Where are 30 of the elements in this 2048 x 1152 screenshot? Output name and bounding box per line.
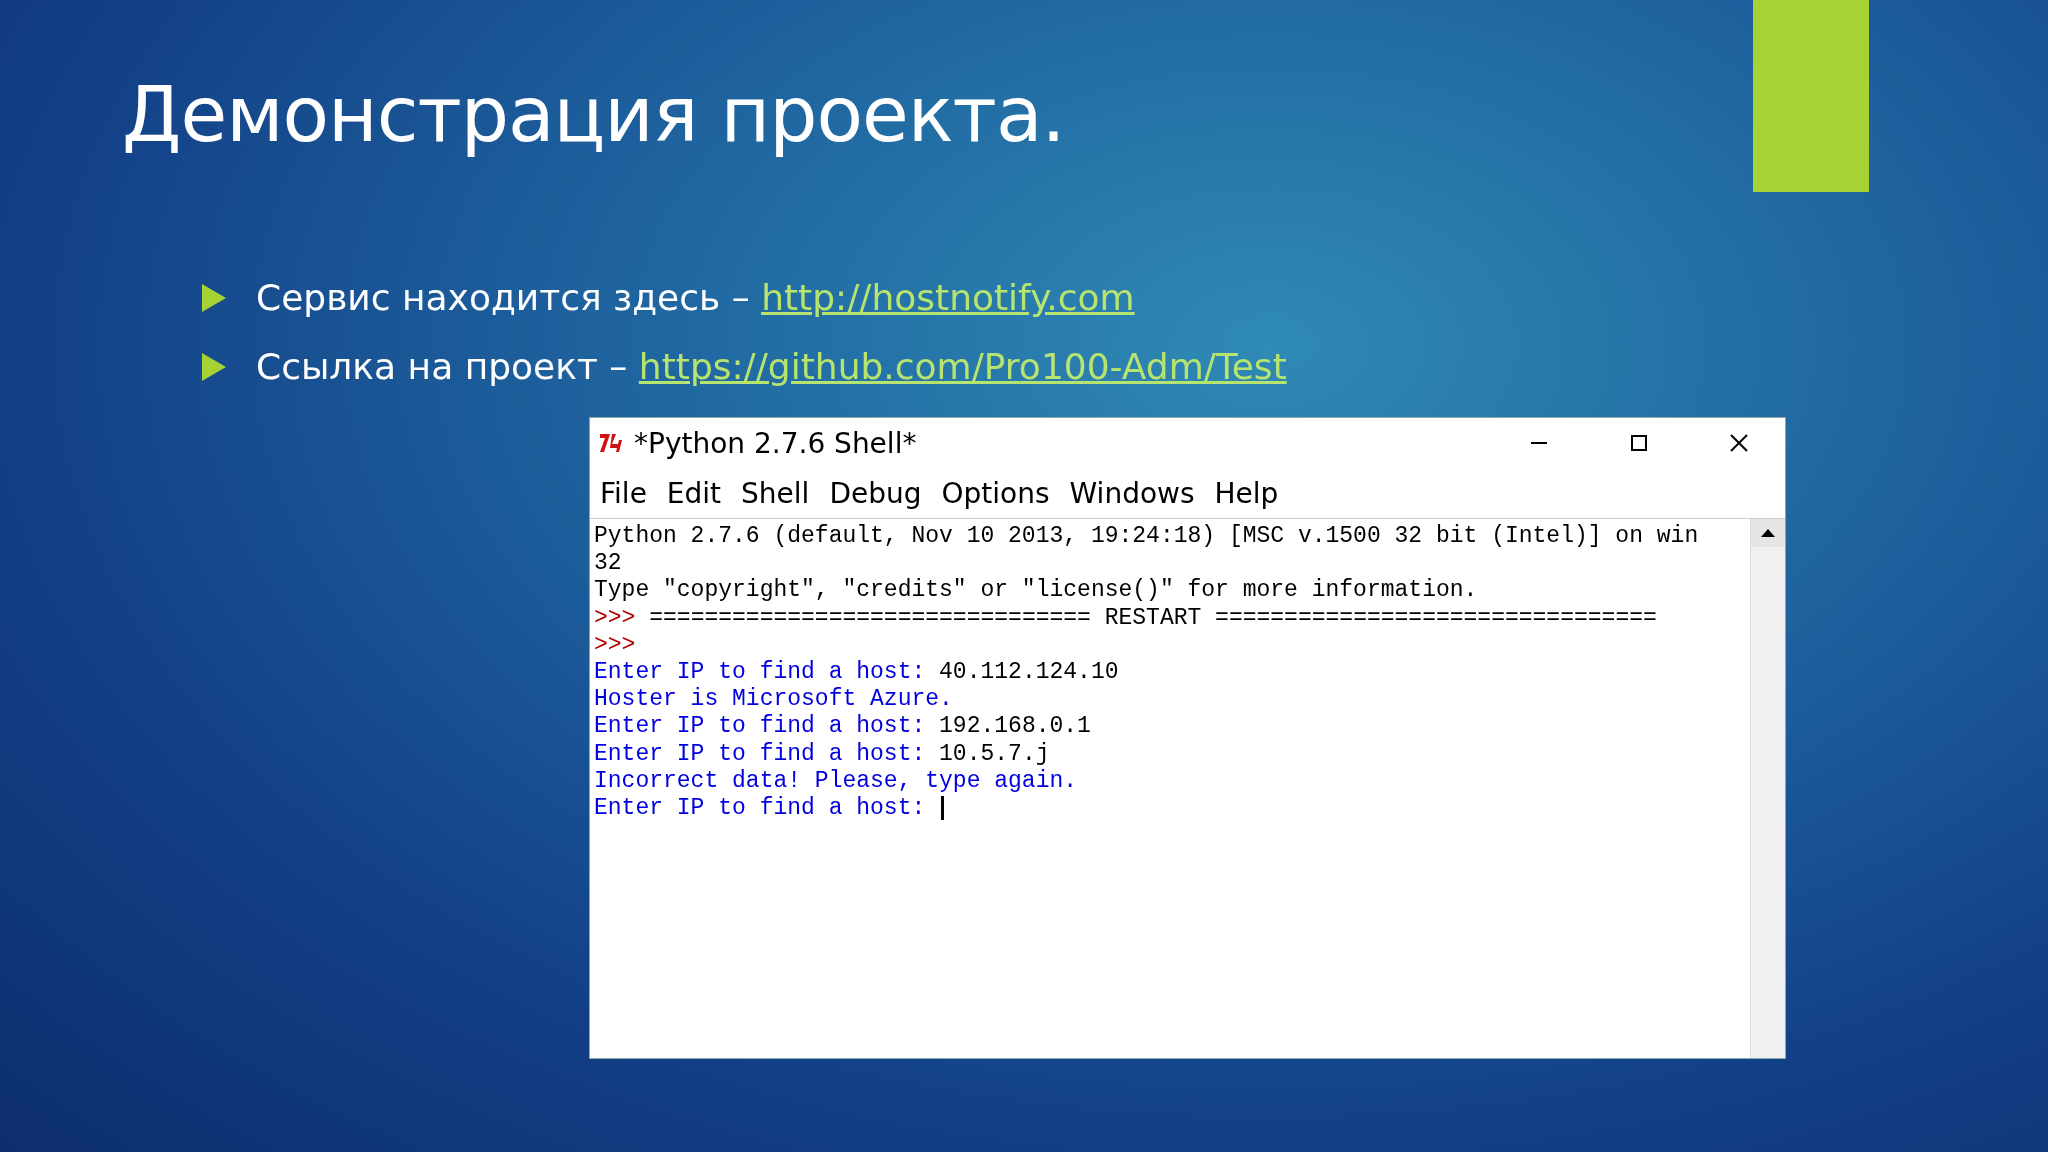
scrollbar[interactable] [1750, 519, 1785, 1058]
console-line: Incorrect data! Please, type again. [594, 767, 1078, 794]
minimize-icon [1531, 442, 1547, 444]
menu-item[interactable]: Debug [821, 476, 930, 510]
bullet-text: Сервис находится здесь – http://hostnotify.com [256, 277, 1135, 318]
close-icon [1730, 434, 1748, 452]
bullet-arrow-icon [202, 352, 226, 381]
bullet-arrow-icon [202, 283, 226, 312]
console-line: Enter IP to find a host: 192.168.0.1 [594, 713, 1091, 740]
menu-item[interactable]: Windows [1061, 476, 1203, 510]
console-line: >>> ================================ RESTART ================================ [594, 604, 1657, 631]
menu-item[interactable]: Options [933, 476, 1058, 510]
console-line: Enter IP to find a host: 40.112.124.10 [594, 658, 1119, 685]
console-line: Python 2.7.6 (default, Nov 10 2013, 19:24:18) [MSC v.1500 32 bit (Intel)] on win [594, 523, 1699, 549]
console-line: Type "copyright", "credits" or "license()" for more information. [594, 577, 1478, 604]
console-line: >>> [594, 631, 636, 658]
menu-item[interactable]: Help [1206, 476, 1287, 510]
up-arrow-icon [1761, 529, 1775, 537]
window-title: *Python 2.7.6 Shell* [634, 426, 918, 460]
bullet-text: Ссылка на проект – https://github.com/Pro100-Adm/Test [256, 346, 1287, 387]
slide-title: Демонстрация проекта. [122, 70, 1065, 159]
console-line: Enter IP to find a host: [594, 794, 927, 821]
menu-item[interactable]: Edit [658, 476, 730, 510]
console-line: Hoster is Microsoft Azure. [594, 686, 953, 713]
menu-item[interactable]: File [592, 476, 655, 510]
console-line: Enter IP to find a host: 10.5.7.j [594, 740, 1050, 767]
console-line: 32 [594, 550, 622, 577]
maximize-icon [1631, 435, 1647, 451]
menu-item[interactable]: Shell [733, 476, 818, 510]
scroll-up-button[interactable] [1751, 519, 1785, 547]
